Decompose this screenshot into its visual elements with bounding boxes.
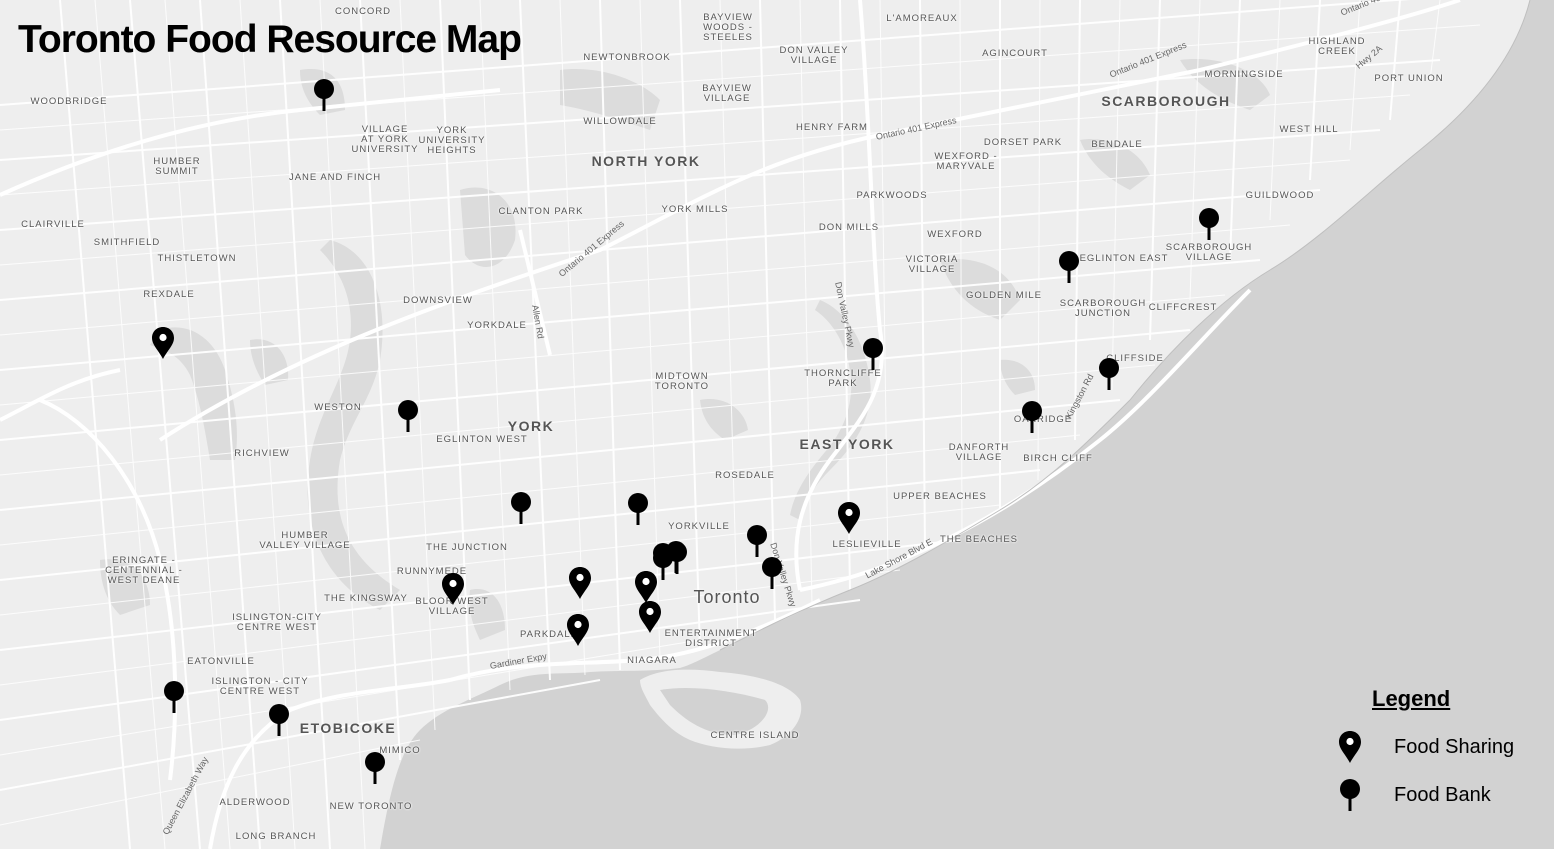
label-port-union: PORT UNION: [1374, 73, 1444, 84]
label-bayview-woods-steeles: BAYVIEW WOODS - STEELES: [703, 12, 753, 43]
label-the-junction: THE JUNCTION: [426, 542, 508, 553]
food-bank-marker[interactable]: [162, 680, 186, 719]
label-jane-and-finch: JANE AND FINCH: [288, 172, 382, 183]
label-concord: CONCORD: [334, 6, 392, 17]
label-the-beaches: THE BEACHES: [939, 534, 1019, 545]
food-sharing-marker[interactable]: [568, 566, 592, 605]
label-centre-island: CENTRE ISLAND: [710, 730, 800, 741]
food-bank-marker[interactable]: [312, 78, 336, 117]
label-agincourt: AGINCOURT: [982, 48, 1048, 59]
label-highland-creek: HIGHLAND CREEK: [1308, 36, 1366, 57]
label-lamoreaux: L'AMOREAUX: [886, 13, 958, 24]
label-cliffcrest: CLIFFCREST: [1148, 302, 1218, 313]
food-bank-icon: [1338, 778, 1362, 817]
label-birch-cliff: BIRCH CLIFF: [1023, 453, 1093, 464]
map[interactable]: Toronto Food Resource Map CONCORD BAYVIE…: [0, 0, 1554, 849]
food-bank-marker[interactable]: [1197, 207, 1221, 246]
label-yorkville: YORKVILLE: [668, 521, 730, 532]
food-bank-marker[interactable]: [665, 541, 689, 580]
food-bank-marker[interactable]: [1020, 400, 1044, 439]
food-sharing-marker[interactable]: [638, 600, 662, 639]
label-midtown-toronto: MIDTOWN TORONTO: [654, 371, 710, 392]
food-bank-marker[interactable]: [1057, 250, 1081, 289]
food-bank-marker[interactable]: [861, 337, 885, 376]
label-henry-farm: HENRY FARM: [796, 122, 868, 133]
label-alderwood: ALDERWOOD: [219, 797, 291, 808]
label-west-hill: WEST HILL: [1279, 124, 1339, 135]
legend-food-bank-label: Food Bank: [1394, 784, 1491, 806]
label-weston: WESTON: [314, 402, 362, 413]
label-thistletown: THISTLETOWN: [157, 253, 237, 264]
label-upper-beaches: UPPER BEACHES: [893, 491, 987, 502]
district-scarborough: SCARBOROUGH: [1101, 93, 1231, 109]
label-clairville: CLAIRVILLE: [21, 219, 85, 230]
district-east-york: EAST YORK: [799, 436, 895, 452]
label-don-valley-village: DON VALLEY VILLAGE: [779, 45, 849, 66]
label-humber-valley-village: HUMBER VALLEY VILLAGE: [259, 530, 351, 551]
label-humber-summit: HUMBER SUMMIT: [153, 156, 201, 177]
legend-title: Legend: [1372, 686, 1451, 711]
district-north-york: NORTH YORK: [591, 153, 701, 169]
label-islington-city-centre-west: ISLINGTON-CITY CENTRE WEST: [232, 612, 322, 633]
district-york: YORK: [507, 418, 555, 434]
food-sharing-icon: [1338, 730, 1362, 769]
label-niagara: NIAGARA: [627, 655, 677, 666]
label-dorset-park: DORSET PARK: [983, 137, 1063, 148]
label-clanton-park: CLANTON PARK: [498, 206, 584, 217]
label-rosedale: ROSEDALE: [715, 470, 775, 481]
label-wexford-maryvale: WEXFORD - MARYVALE: [934, 151, 998, 172]
label-woodbridge: WOODBRIDGE: [30, 96, 108, 107]
food-sharing-marker[interactable]: [441, 572, 465, 611]
label-bendale: BENDALE: [1091, 139, 1143, 150]
label-york-mills: YORK MILLS: [661, 204, 729, 215]
label-don-mills: DON MILLS: [818, 222, 880, 233]
food-bank-marker[interactable]: [760, 556, 784, 595]
food-bank-marker[interactable]: [267, 703, 291, 742]
label-islington-city-centre-west-2: ISLINGTON - CITY CENTRE WEST: [211, 676, 309, 697]
label-the-kingsway: THE KINGSWAY: [324, 593, 408, 604]
district-etobicoke: ETOBICOKE: [299, 720, 397, 736]
label-scarborough-village: SCARBOROUGH VILLAGE: [1165, 242, 1253, 263]
legend-food-sharing-label: Food Sharing: [1394, 736, 1515, 758]
legend: Legend Food Sharing Food Bank: [1330, 686, 1540, 816]
food-bank-marker[interactable]: [396, 399, 420, 438]
food-bank-marker[interactable]: [509, 491, 533, 530]
label-parkwoods: PARKWOODS: [856, 190, 928, 201]
food-bank-marker[interactable]: [626, 492, 650, 531]
label-eringate-centennial-west-deane: ERINGATE - CENTENNIAL - WEST DEANE: [105, 555, 183, 586]
food-bank-marker[interactable]: [363, 751, 387, 790]
label-willowdale: WILLOWDALE: [583, 116, 657, 127]
map-title: Toronto Food Resource Map: [18, 18, 522, 61]
label-morningside: MORNINGSIDE: [1204, 69, 1284, 80]
label-danforth-village: DANFORTH VILLAGE: [948, 442, 1010, 463]
label-bayview-village: BAYVIEW VILLAGE: [702, 83, 752, 104]
label-richview: RICHVIEW: [234, 448, 290, 459]
label-guildwood: GUILDWOOD: [1245, 190, 1315, 201]
label-newtonbrook: NEWTONBROOK: [583, 52, 671, 63]
food-sharing-marker[interactable]: [837, 501, 861, 540]
label-eatonville: EATONVILLE: [187, 656, 255, 667]
label-golden-mile: GOLDEN MILE: [966, 290, 1042, 301]
label-long-branch: LONG BRANCH: [235, 831, 317, 842]
label-yorkdale: YORKDALE: [467, 320, 527, 331]
city-label-toronto: Toronto: [693, 587, 761, 607]
label-leslieville: LESLIEVILLE: [832, 539, 902, 550]
label-york-university-heights: YORK UNIVERSITY HEIGHTS: [418, 125, 486, 156]
food-sharing-marker[interactable]: [151, 326, 175, 365]
label-rexdale: REXDALE: [143, 289, 195, 300]
label-downsview: DOWNSVIEW: [403, 295, 473, 306]
label-scarborough-junction: SCARBOROUGH JUNCTION: [1059, 298, 1147, 319]
label-smithfield: SMITHFIELD: [93, 237, 161, 248]
label-village-at-york-university: VILLAGE AT YORK UNIVERSITY: [351, 124, 419, 155]
food-bank-marker[interactable]: [1097, 357, 1121, 396]
label-victoria-village: VICTORIA VILLAGE: [905, 254, 959, 275]
label-eglinton-west: EGLINTON WEST: [436, 434, 528, 445]
label-wexford: WEXFORD: [927, 229, 983, 240]
label-eglinton-east: EGLINTON EAST: [1079, 253, 1169, 264]
label-new-toronto: NEW TORONTO: [329, 801, 413, 812]
label-entertainment-district: ENTERTAINMENT DISTRICT: [664, 628, 758, 649]
food-sharing-marker[interactable]: [566, 613, 590, 652]
